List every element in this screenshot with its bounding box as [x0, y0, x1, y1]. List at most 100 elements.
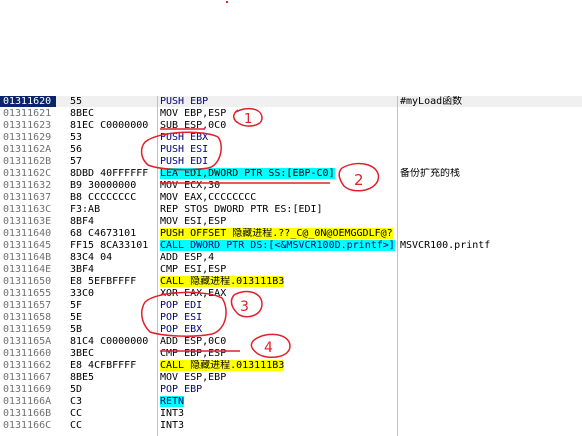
- address-cell[interactable]: 0131163C: [3, 204, 55, 215]
- hex-dump-cell: 57: [70, 156, 83, 167]
- address-cell[interactable]: 01311620: [0, 96, 56, 107]
- disasm-row[interactable]: 01311623 81EC C0000000 SUB ESP,0C0: [0, 120, 582, 131]
- instruction-cell[interactable]: ADD ESP,0C0: [160, 336, 396, 347]
- hex-dump-cell: E8 5EFBFFFF: [70, 276, 137, 287]
- address-cell[interactable]: 01311640: [3, 228, 55, 239]
- disasm-row[interactable]: 0131162A 56 PUSH ESI: [0, 144, 582, 155]
- instruction-cell[interactable]: POP EBX: [160, 324, 396, 335]
- address-cell[interactable]: 01311660: [3, 348, 55, 359]
- hex-dump-cell: 5D: [70, 384, 83, 395]
- disasm-row[interactable]: 0131166B CC INT3: [0, 408, 582, 419]
- address-cell[interactable]: 01311621: [3, 108, 55, 119]
- disasm-row[interactable]: 0131165A 81C4 C0000000 ADD ESP,0C0: [0, 336, 582, 347]
- instruction-cell[interactable]: LEA EDI,DWORD PTR SS:[EBP-C0]: [160, 168, 396, 179]
- instruction-cell[interactable]: POP ESI: [160, 312, 396, 323]
- disasm-row[interactable]: 0131166C CC INT3: [0, 420, 582, 431]
- instruction-cell[interactable]: MOV ESI,ESP: [160, 216, 396, 227]
- address-cell[interactable]: 0131164E: [3, 264, 55, 275]
- disasm-row[interactable]: 01311658 5E POP ESI: [0, 312, 582, 323]
- comment-cell: [400, 156, 580, 167]
- disasm-row[interactable]: 0131162B 57 PUSH EDI: [0, 156, 582, 167]
- instruction-cell[interactable]: MOV ESP,EBP: [160, 372, 396, 383]
- comment-cell: [400, 288, 580, 299]
- address-cell[interactable]: 01311659: [3, 324, 55, 335]
- address-cell[interactable]: 01311629: [3, 132, 55, 143]
- disasm-row[interactable]: 01311621 8BEC MOV EBP,ESP: [0, 108, 582, 119]
- disasm-row[interactable]: 01311620 55 PUSH EBP #myLoad函数: [0, 96, 582, 107]
- address-cell[interactable]: 01311655: [3, 288, 55, 299]
- column-divider: [397, 96, 398, 436]
- address-cell[interactable]: 01311645: [3, 240, 55, 251]
- address-cell[interactable]: 01311623: [3, 120, 55, 131]
- instruction-cell[interactable]: MOV EAX,CCCCCCCC: [160, 192, 396, 203]
- instruction-cell[interactable]: REP STOS DWORD PTR ES:[EDI]: [160, 204, 396, 215]
- instruction-cell[interactable]: CALL DWORD PTR DS:[<&MSVCR100D.printf>]: [160, 240, 396, 251]
- instruction-cell[interactable]: CALL 隐藏进程.013111B3: [160, 360, 396, 371]
- disasm-row[interactable]: 01311655 33C0 XOR EAX,EAX: [0, 288, 582, 299]
- instruction-cell[interactable]: PUSH ESI: [160, 144, 396, 155]
- instruction-cell[interactable]: PUSH EDI: [160, 156, 396, 167]
- instruction-cell[interactable]: ADD ESP,4: [160, 252, 396, 263]
- disasm-row[interactable]: 01311640 68 C4673101 PUSH OFFSET 隐藏进程.??_C…: [0, 228, 582, 239]
- address-cell[interactable]: 0131166A: [3, 396, 55, 407]
- disasm-row[interactable]: 0131162C 8DBD 40FFFFFF LEA EDI,DWORD PTR S…: [0, 168, 582, 179]
- disasm-row[interactable]: 01311662 E8 4CFBFFFF CALL 隐藏进程.013111B3: [0, 360, 582, 371]
- disasm-row[interactable]: 01311629 53 PUSH EBX: [0, 132, 582, 143]
- disasm-row[interactable]: 01311645 FF15 8CA33101 CALL DWORD PTR DS:[…: [0, 240, 582, 251]
- address-cell[interactable]: 01311667: [3, 372, 55, 383]
- disasm-row[interactable]: 01311660 3BEC CMP EBP,ESP: [0, 348, 582, 359]
- address-cell[interactable]: 01311657: [3, 300, 55, 311]
- instruction-cell[interactable]: CALL 隐藏进程.013111B3: [160, 276, 396, 287]
- address-cell[interactable]: 0131163E: [3, 216, 55, 227]
- instruction-cell[interactable]: RETN: [160, 396, 396, 407]
- address-cell[interactable]: 01311650: [3, 276, 55, 287]
- disassembly-view[interactable]: 01311620 55 PUSH EBP #myLoad函数 01311621 8BEC M…: [0, 96, 582, 436]
- instruction-cell[interactable]: INT3: [160, 408, 396, 419]
- hex-dump-cell: 81C4 C0000000: [70, 336, 149, 347]
- address-cell[interactable]: 01311632: [3, 180, 55, 191]
- disasm-row[interactable]: 01311650 E8 5EFBFFFF CALL 隐藏进程.013111B3: [0, 276, 582, 287]
- address-cell[interactable]: 0131162A: [3, 144, 55, 155]
- disasm-row[interactable]: 01311659 5B POP EBX: [0, 324, 582, 335]
- instruction-cell[interactable]: MOV ECX,30: [160, 180, 396, 191]
- address-cell[interactable]: 01311662: [3, 360, 55, 371]
- disasm-row[interactable]: 01311667 8BE5 MOV ESP,EBP: [0, 372, 582, 383]
- disasm-row[interactable]: 0131163C F3:AB REP STOS DWORD PTR ES:[EDI]: [0, 204, 582, 215]
- address-cell[interactable]: 0131164B: [3, 252, 55, 263]
- hex-dump-cell: 56: [70, 144, 83, 155]
- instruction-cell[interactable]: POP EBP: [160, 384, 396, 395]
- instruction-cell[interactable]: POP EDI: [160, 300, 396, 311]
- instruction-cell[interactable]: INT3: [160, 420, 396, 431]
- address-cell[interactable]: 0131162B: [3, 156, 55, 167]
- disasm-row[interactable]: 01311669 5D POP EBP: [0, 384, 582, 395]
- instruction-cell[interactable]: SUB ESP,0C0: [160, 120, 396, 131]
- address-cell[interactable]: 01311669: [3, 384, 55, 395]
- hex-dump-cell: 8BF4: [70, 216, 95, 227]
- address-cell[interactable]: 01311637: [3, 192, 55, 203]
- instruction-cell[interactable]: MOV EBP,ESP: [160, 108, 396, 119]
- instruction-text: POP EDI: [160, 300, 203, 311]
- instruction-text: RETN: [160, 396, 185, 407]
- comment-cell: 备份扩充的栈: [400, 168, 460, 179]
- disasm-row[interactable]: 0131164B 83C4 04 ADD ESP,4: [0, 252, 582, 263]
- instruction-cell[interactable]: CMP ESI,ESP: [160, 264, 396, 275]
- instruction-cell[interactable]: XOR EAX,EAX: [160, 288, 396, 299]
- instruction-cell[interactable]: PUSH OFFSET 隐藏进程.??_C@_0N@OEMGGDLF@?: [160, 228, 396, 239]
- disasm-row[interactable]: 01311632 B9 30000000 MOV ECX,30: [0, 180, 582, 191]
- instruction-text: INT3: [160, 408, 185, 419]
- address-cell[interactable]: 01311658: [3, 312, 55, 323]
- address-cell[interactable]: 0131162C: [3, 168, 55, 179]
- disasm-row[interactable]: 01311637 B8 CCCCCCCC MOV EAX,CCCCCCCC: [0, 192, 582, 203]
- instruction-cell[interactable]: PUSH EBP: [160, 96, 396, 107]
- address-cell[interactable]: 0131166C: [3, 420, 55, 431]
- address-cell[interactable]: 0131165A: [3, 336, 55, 347]
- disasm-row[interactable]: 0131164E 3BF4 CMP ESI,ESP: [0, 264, 582, 275]
- instruction-cell[interactable]: CMP EBP,ESP: [160, 348, 396, 359]
- disasm-row[interactable]: 0131166A C3 RETN: [0, 396, 582, 407]
- address-cell[interactable]: 0131166B: [3, 408, 55, 419]
- instruction-text: SUB ESP,0C0: [160, 120, 227, 131]
- instruction-text: MOV ECX,30: [160, 180, 221, 191]
- disasm-row[interactable]: 01311657 5F POP EDI: [0, 300, 582, 311]
- disasm-row[interactable]: 0131163E 8BF4 MOV ESI,ESP: [0, 216, 582, 227]
- instruction-cell[interactable]: PUSH EBX: [160, 132, 396, 143]
